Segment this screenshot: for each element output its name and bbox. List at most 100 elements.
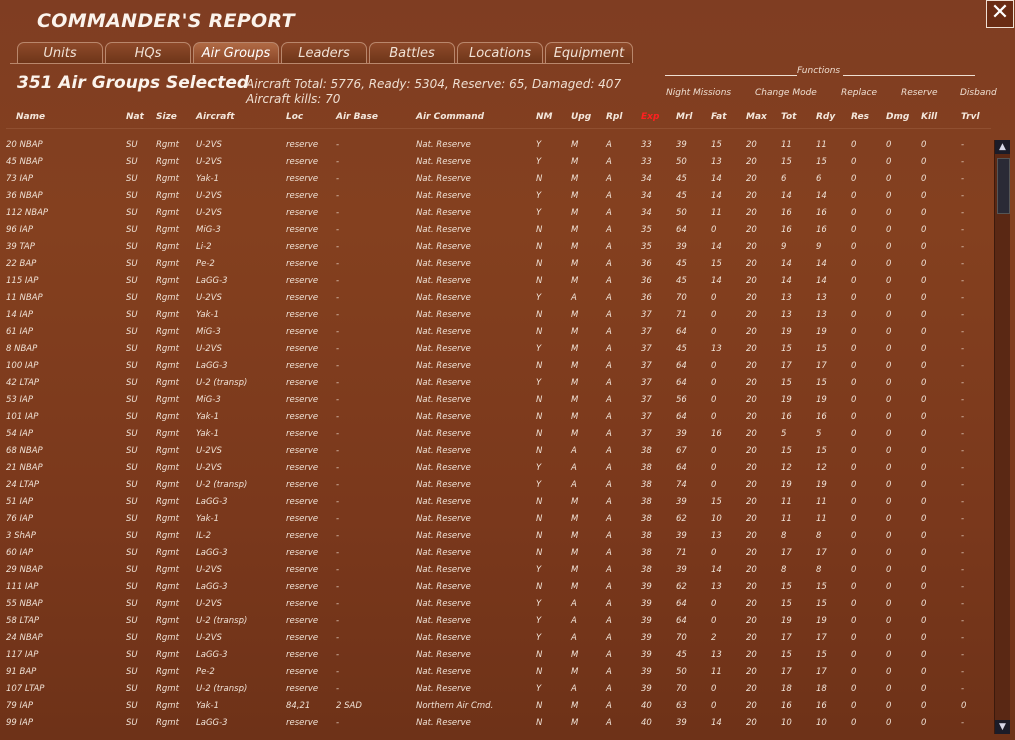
- table-row[interactable]: 24 NBAP SU Rgmt U-2VS reserve - Nat. Reserve Y A…: [0, 631, 990, 648]
- table-row[interactable]: 60 IAP SU Rgmt LaGG-3 reserve - Nat. Reserve N M…: [0, 546, 990, 563]
- cell-name[interactable]: 100 IAP: [6, 361, 38, 371]
- table-row[interactable]: 39 TAP SU Rgmt Li-2 reserve - Nat. Reserve N M A 3…: [0, 240, 990, 257]
- table-row[interactable]: 20 NBAP SU Rgmt U-2VS reserve - Nat. Reserve Y M…: [0, 138, 990, 155]
- table-row[interactable]: 22 BAP SU Rgmt Pe-2 reserve - Nat. Reserve N M A 3…: [0, 257, 990, 274]
- cell-name[interactable]: 79 IAP: [6, 701, 33, 711]
- cell-name[interactable]: 60 IAP: [6, 548, 33, 558]
- function-change-mode-button[interactable]: Change Mode: [755, 88, 817, 98]
- column-header-air-base[interactable]: Air Base: [336, 112, 378, 122]
- tab-equipment[interactable]: Equipment: [545, 42, 633, 63]
- cell-name[interactable]: 107 LTAP: [6, 684, 44, 694]
- column-header-air-command[interactable]: Air Command: [416, 112, 484, 122]
- cell-name[interactable]: 3 ShAP: [6, 531, 36, 541]
- function-reserve-button[interactable]: Reserve: [901, 88, 938, 98]
- column-header-exp[interactable]: Exp: [641, 112, 659, 122]
- column-header-loc[interactable]: Loc: [286, 112, 303, 122]
- tab-leaders[interactable]: Leaders: [281, 42, 367, 63]
- cell-name[interactable]: 36 NBAP: [6, 191, 43, 201]
- tab-air-groups[interactable]: Air Groups: [193, 42, 279, 63]
- table-row[interactable]: 76 IAP SU Rgmt Yak-1 reserve - Nat. Reserve N M A…: [0, 512, 990, 529]
- function-disband-button[interactable]: Disband: [960, 88, 997, 98]
- column-header-nm[interactable]: NM: [536, 112, 553, 122]
- cell-name[interactable]: 55 NBAP: [6, 599, 43, 609]
- scroll-thumb[interactable]: [997, 158, 1010, 214]
- vertical-scrollbar[interactable]: ▲ ▼: [994, 140, 1010, 734]
- scroll-down-icon[interactable]: ▼: [995, 720, 1010, 734]
- table-row[interactable]: 53 IAP SU Rgmt MiG-3 reserve - Nat. Reserve N M A…: [0, 393, 990, 410]
- table-row[interactable]: 68 NBAP SU Rgmt U-2VS reserve - Nat. Reserve N A…: [0, 444, 990, 461]
- cell-name[interactable]: 20 NBAP: [6, 140, 43, 150]
- cell-name[interactable]: 96 IAP: [6, 225, 33, 235]
- cell-name[interactable]: 11 NBAP: [6, 293, 43, 303]
- cell-name[interactable]: 14 IAP: [6, 310, 33, 320]
- table-row[interactable]: 115 IAP SU Rgmt LaGG-3 reserve - Nat. Reserve N…: [0, 274, 990, 291]
- table-row[interactable]: 29 NBAP SU Rgmt U-2VS reserve - Nat. Reserve Y M…: [0, 563, 990, 580]
- column-header-kill[interactable]: Kill: [921, 112, 937, 122]
- cell-name[interactable]: 112 NBAP: [6, 208, 48, 218]
- cell-name[interactable]: 8 NBAP: [6, 344, 37, 354]
- table-row[interactable]: 8 NBAP SU Rgmt U-2VS reserve - Nat. Reserve Y M A…: [0, 342, 990, 359]
- table-row[interactable]: 112 NBAP SU Rgmt U-2VS reserve - Nat. Reserve Y…: [0, 206, 990, 223]
- table-row[interactable]: 24 LTAP SU Rgmt U-2 (transp) reserve - Nat. Re…: [0, 478, 990, 495]
- tab-battles[interactable]: Battles: [369, 42, 455, 63]
- table-row[interactable]: 14 IAP SU Rgmt Yak-1 reserve - Nat. Reserve N M A…: [0, 308, 990, 325]
- table-row[interactable]: 61 IAP SU Rgmt MiG-3 reserve - Nat. Reserve N M A…: [0, 325, 990, 342]
- cell-name[interactable]: 91 BAP: [6, 667, 36, 677]
- column-header-rpl[interactable]: Rpl: [606, 112, 622, 122]
- cell-name[interactable]: 39 TAP: [6, 242, 35, 252]
- table-row[interactable]: 36 NBAP SU Rgmt U-2VS reserve - Nat. Reserve Y M…: [0, 189, 990, 206]
- table-row[interactable]: 100 IAP SU Rgmt LaGG-3 reserve - Nat. Reserve N…: [0, 359, 990, 376]
- cell-name[interactable]: 58 LTAP: [6, 616, 39, 626]
- column-header-fat[interactable]: Fat: [711, 112, 727, 122]
- cell-name[interactable]: 117 IAP: [6, 650, 38, 660]
- column-header-dmg[interactable]: Dmg: [886, 112, 909, 122]
- column-header-max[interactable]: Max: [746, 112, 767, 122]
- cell-name[interactable]: 111 IAP: [6, 582, 38, 592]
- cell-name[interactable]: 101 IAP: [6, 412, 38, 422]
- column-header-name[interactable]: Name: [16, 112, 45, 122]
- cell-name[interactable]: 45 NBAP: [6, 157, 43, 167]
- cell-name[interactable]: 61 IAP: [6, 327, 33, 337]
- column-header-mrl[interactable]: Mrl: [676, 112, 692, 122]
- cell-name[interactable]: 42 LTAP: [6, 378, 39, 388]
- column-header-rdy[interactable]: Rdy: [816, 112, 835, 122]
- cell-name[interactable]: 22 BAP: [6, 259, 36, 269]
- table-row[interactable]: 55 NBAP SU Rgmt U-2VS reserve - Nat. Reserve Y A…: [0, 597, 990, 614]
- table-row[interactable]: 51 IAP SU Rgmt LaGG-3 reserve - Nat. Reserve N M…: [0, 495, 990, 512]
- table-row[interactable]: 99 IAP SU Rgmt LaGG-3 reserve - Nat. Reserve N M…: [0, 716, 990, 733]
- table-row[interactable]: 111 IAP SU Rgmt LaGG-3 reserve - Nat. Reserve N…: [0, 580, 990, 597]
- tab-locations[interactable]: Locations: [457, 42, 543, 63]
- scroll-up-icon[interactable]: ▲: [995, 140, 1010, 154]
- cell-name[interactable]: 115 IAP: [6, 276, 38, 286]
- table-row[interactable]: 58 LTAP SU Rgmt U-2 (transp) reserve - Nat. Re…: [0, 614, 990, 631]
- column-header-trvl[interactable]: Trvl: [961, 112, 980, 122]
- close-icon[interactable]: ✕: [986, 0, 1014, 28]
- cell-name[interactable]: 73 IAP: [6, 174, 33, 184]
- table-row[interactable]: 42 LTAP SU Rgmt U-2 (transp) reserve - Nat. Re…: [0, 376, 990, 393]
- column-header-aircraft[interactable]: Aircraft: [196, 112, 235, 122]
- tab-hqs[interactable]: HQs: [105, 42, 191, 63]
- table-row[interactable]: 54 IAP SU Rgmt Yak-1 reserve - Nat. Reserve N M A…: [0, 427, 990, 444]
- function-replace-button[interactable]: Replace: [841, 88, 877, 98]
- column-header-res[interactable]: Res: [851, 112, 869, 122]
- function-night-missions-button[interactable]: Night Missions: [666, 88, 731, 98]
- cell-name[interactable]: 21 NBAP: [6, 463, 43, 473]
- column-header-upg[interactable]: Upg: [571, 112, 591, 122]
- table-row[interactable]: 107 LTAP SU Rgmt U-2 (transp) reserve - Nat. R…: [0, 682, 990, 699]
- cell-name[interactable]: 68 NBAP: [6, 446, 43, 456]
- table-row[interactable]: 96 IAP SU Rgmt MiG-3 reserve - Nat. Reserve N M A…: [0, 223, 990, 240]
- cell-name[interactable]: 76 IAP: [6, 514, 33, 524]
- table-row[interactable]: 11 NBAP SU Rgmt U-2VS reserve - Nat. Reserve Y A…: [0, 291, 990, 308]
- cell-name[interactable]: 24 NBAP: [6, 633, 43, 643]
- table-row[interactable]: 45 NBAP SU Rgmt U-2VS reserve - Nat. Reserve Y M…: [0, 155, 990, 172]
- cell-name[interactable]: 24 LTAP: [6, 480, 39, 490]
- table-row[interactable]: 79 IAP SU Rgmt Yak-1 84,21 2 SAD Northern Air …: [0, 699, 990, 716]
- tab-units[interactable]: Units: [17, 42, 103, 63]
- cell-name[interactable]: 54 IAP: [6, 429, 33, 439]
- cell-name[interactable]: 53 IAP: [6, 395, 33, 405]
- cell-name[interactable]: 29 NBAP: [6, 565, 43, 575]
- table-row[interactable]: 91 BAP SU Rgmt Pe-2 reserve - Nat. Reserve N M A 3…: [0, 665, 990, 682]
- column-header-size[interactable]: Size: [156, 112, 177, 122]
- column-header-nat[interactable]: Nat: [126, 112, 144, 122]
- table-row[interactable]: 101 IAP SU Rgmt Yak-1 reserve - Nat. Reserve N M…: [0, 410, 990, 427]
